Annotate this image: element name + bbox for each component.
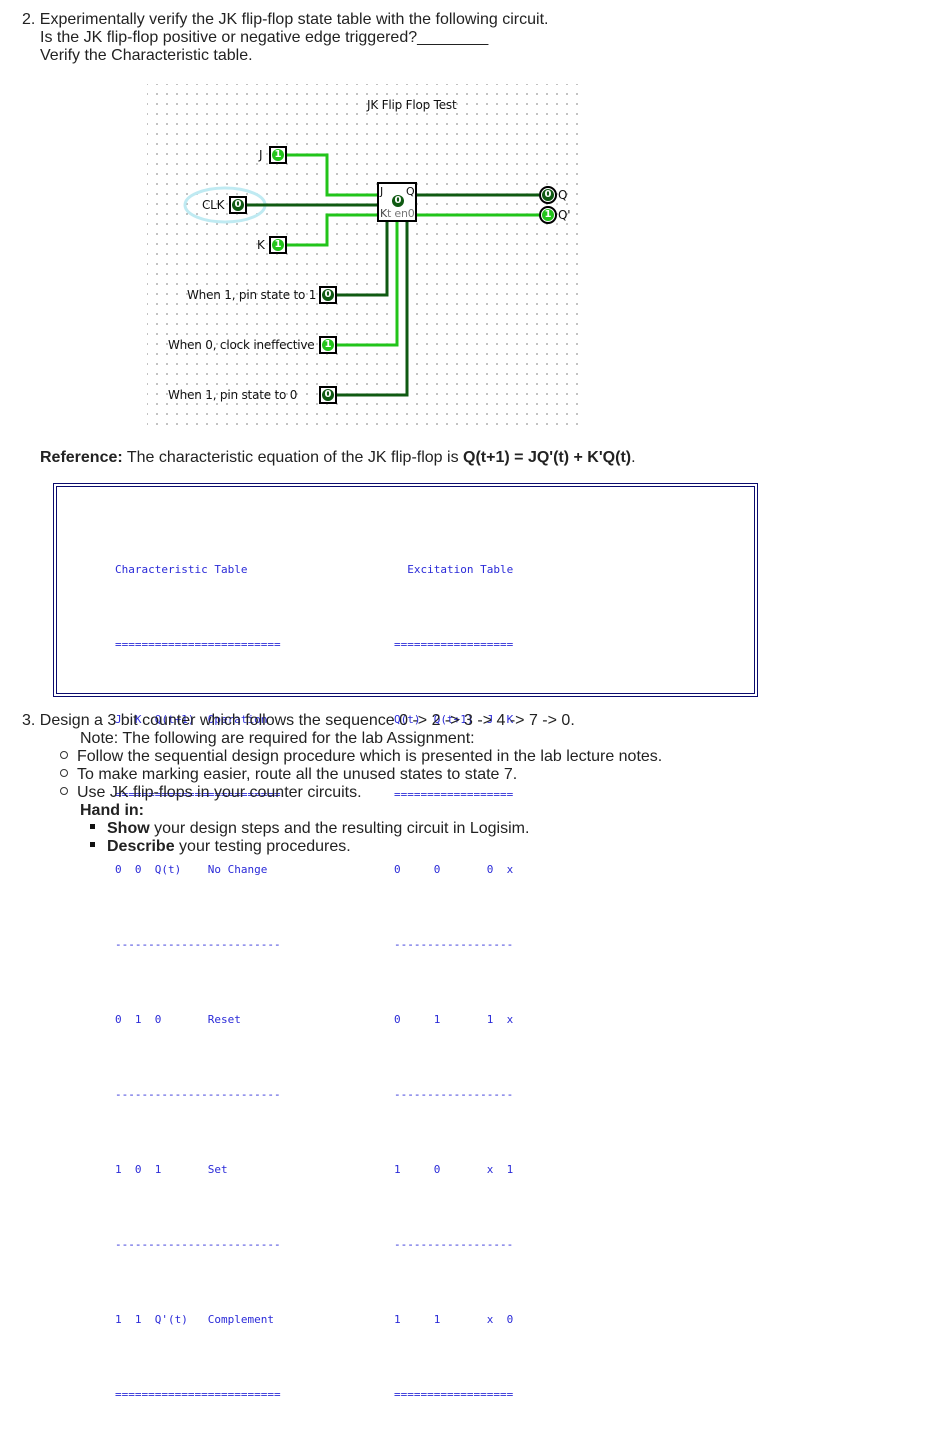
- char-row: 1 0 1 Set: [115, 1163, 228, 1176]
- reference-text: The characteristic equation of the JK fl…: [122, 449, 464, 466]
- square-bullet-icon: [90, 842, 95, 848]
- section3-note: Note: The following are required for the…: [80, 730, 475, 747]
- wire-j: [287, 153, 377, 197]
- enable-pin[interactable]: 1: [319, 336, 337, 354]
- ff-state-value: 0: [392, 195, 404, 207]
- excitation-table: Excitation Table ================== Q(t)…: [394, 502, 513, 1432]
- enable-label: When 0, clock ineffective: [168, 338, 315, 352]
- bullet-item: To make marking easier, route all the un…: [60, 766, 662, 784]
- hand-in-item: Describe your testing procedures.: [90, 838, 529, 856]
- char-rule: =========================: [115, 1388, 281, 1401]
- ff-k-port: K: [380, 207, 388, 220]
- char-title: Characteristic Table: [115, 563, 248, 576]
- ff-q-port: Q: [406, 185, 415, 198]
- hand-in-text: your design steps and the resulting circ…: [149, 820, 530, 837]
- logisim-circuit: JK Flip Flop Test J 1 CLK 0 K 1 J Q Kt e…: [147, 84, 580, 425]
- k-input-value: 1: [272, 239, 284, 251]
- exc-rule: ------------------: [394, 938, 514, 951]
- char-rule: -------------------------: [115, 938, 281, 951]
- hand-in-bold: Describe: [107, 838, 175, 855]
- wires: [183, 153, 539, 397]
- bullet-item: Follow the sequential design procedure w…: [60, 748, 662, 766]
- exc-rule: ==================: [394, 1388, 514, 1401]
- preset-value: 0: [322, 289, 334, 301]
- ff-en-label: t en0: [387, 207, 415, 220]
- square-bullet-icon: [90, 824, 95, 830]
- exc-rule: ------------------: [394, 1238, 514, 1251]
- circuit-title: JK Flip Flop Test: [367, 98, 457, 112]
- k-input-pin[interactable]: 1: [269, 236, 287, 254]
- char-row: 0 1 0 Reset: [115, 1013, 241, 1026]
- exc-title: Excitation Table: [394, 563, 514, 576]
- exc-row: 0 1 1 x: [394, 1013, 514, 1026]
- exc-rule: ==================: [394, 638, 514, 651]
- j-input-pin[interactable]: 1: [269, 146, 287, 164]
- qn-output-pin: 1: [539, 206, 557, 224]
- ff-k-en-port: Kt en0: [380, 207, 415, 220]
- jk-flipflop[interactable]: J Q Kt en0 0: [377, 182, 417, 222]
- reference-end: .: [631, 449, 636, 466]
- reset-label: When 1, pin state to 0: [168, 388, 298, 402]
- char-rule: -------------------------: [115, 1088, 281, 1101]
- clk-input-pin[interactable]: 0: [229, 196, 247, 214]
- char-row: 1 1 Q'(t) Complement: [115, 1313, 274, 1326]
- circle-bullet-icon: [60, 768, 68, 777]
- circle-bullet-icon: [60, 786, 68, 795]
- section3-heading: 3. Design a 3 bit counter which follows …: [22, 712, 575, 729]
- preset-pin[interactable]: 0: [319, 286, 337, 304]
- char-row: 0 0 Q(t) No Change: [115, 863, 268, 876]
- clk-input-value: 0: [232, 199, 244, 211]
- bullet-text: Use JK flip-flops in your counter circui…: [77, 784, 362, 801]
- k-label: K: [257, 238, 265, 252]
- exc-row: 1 0 x 1: [394, 1163, 514, 1176]
- enable-value: 1: [322, 339, 334, 351]
- j-input-value: 1: [272, 149, 284, 161]
- reference-line: Reference: The characteristic equation o…: [40, 449, 636, 467]
- exc-rule: ------------------: [394, 1088, 514, 1101]
- bullet-item: Use JK flip-flops in your counter circui…: [60, 784, 662, 802]
- section2-line2: Is the JK flip-flop positive or negative…: [40, 29, 489, 46]
- section2-line3: Verify the Characteristic table.: [40, 47, 253, 64]
- wire-preset: [337, 222, 389, 297]
- bullet-text: To make marking easier, route all the un…: [77, 766, 518, 783]
- reset-value: 0: [322, 389, 334, 401]
- q-output-value: 0: [542, 189, 554, 201]
- section3-bullets: Follow the sequential design procedure w…: [60, 748, 662, 802]
- reference-equation: Q(t+1) = JQ'(t) + K'Q(t): [463, 449, 632, 466]
- exc-row: 0 0 0 x: [394, 863, 514, 876]
- q-output-label: Q: [558, 188, 568, 202]
- hand-in-bold: Show: [107, 820, 150, 837]
- reference-label: Reference:: [40, 449, 123, 466]
- section2-line1: 2. Experimentally verify the JK flip-flo…: [22, 11, 549, 28]
- ff-j-port: J: [380, 185, 384, 198]
- bullet-text: Follow the sequential design procedure w…: [77, 748, 663, 765]
- hand-in-label: Hand in:: [80, 802, 144, 819]
- char-rule: -------------------------: [115, 1238, 281, 1251]
- wire-k: [287, 213, 377, 247]
- hand-in-list: Show your design steps and the resulting…: [90, 820, 529, 856]
- qn-output-value: 1: [542, 209, 554, 221]
- characteristic-table: Characteristic Table ===================…: [115, 502, 281, 1432]
- clk-label: CLK: [202, 198, 225, 212]
- qn-output-label: Q': [558, 208, 571, 222]
- char-rule: =========================: [115, 638, 281, 651]
- preset-label: When 1, pin state to 1: [187, 288, 317, 302]
- circle-bullet-icon: [60, 750, 68, 759]
- exc-row: 1 1 x 0: [394, 1313, 514, 1326]
- j-label: J: [259, 148, 263, 162]
- reset-pin[interactable]: 0: [319, 386, 337, 404]
- q-output-pin: 0: [539, 186, 557, 204]
- hand-in-item: Show your design steps and the resulting…: [90, 820, 529, 838]
- hand-in-text: your testing procedures.: [174, 838, 351, 855]
